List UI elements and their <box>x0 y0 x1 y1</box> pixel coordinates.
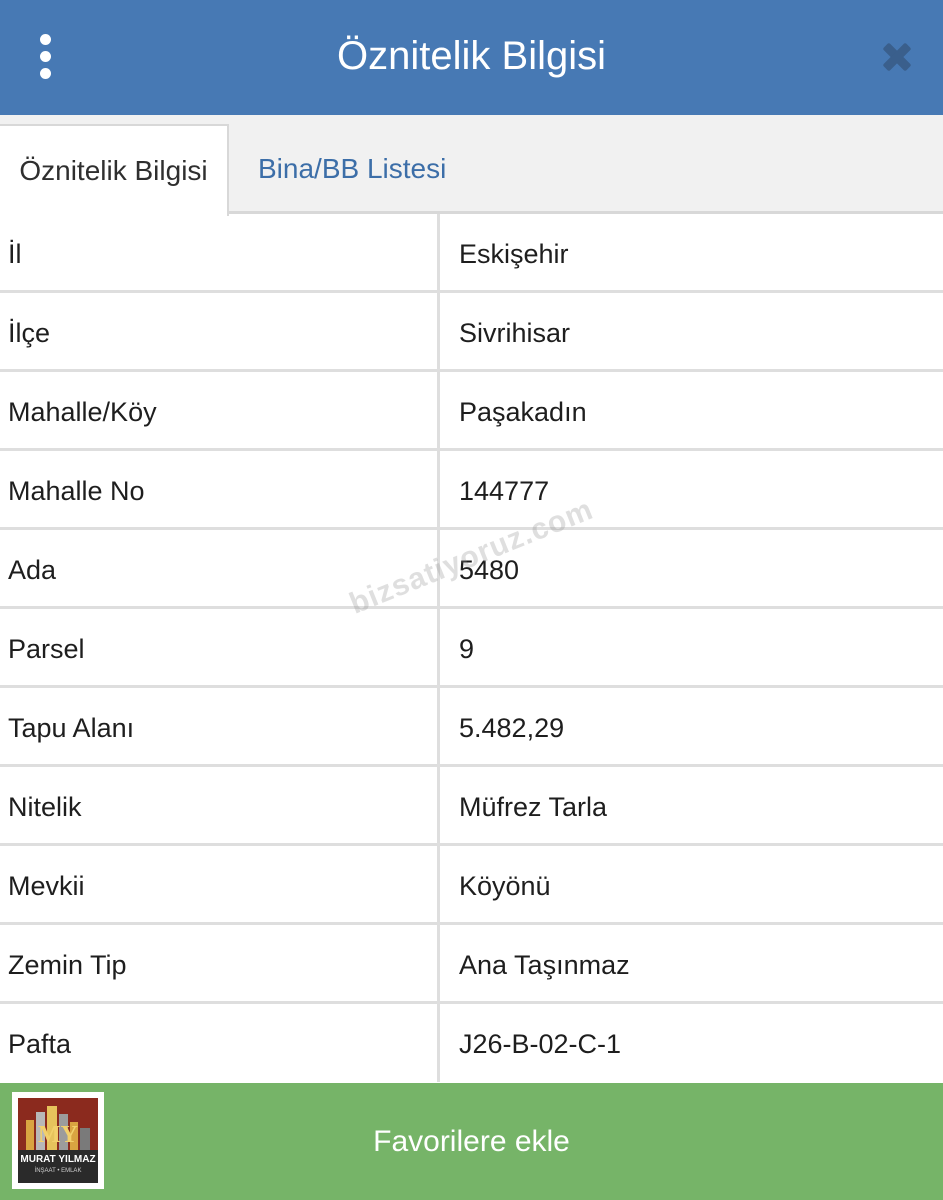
row-label: Tapu Alanı <box>8 713 135 743</box>
row-value: 5.482,29 <box>459 713 565 743</box>
column-divider <box>437 372 440 451</box>
attribute-info-screen: Öznitelik Bilgisi Öznitelik Bilgisi Bina… <box>0 0 943 1200</box>
row-value: Paşakadın <box>459 397 587 427</box>
add-to-favorites-button[interactable]: MY MURAT YILMAZ İNŞAAT • EMLAK Favoriler… <box>0 1083 943 1200</box>
attribute-table: İl Eskişehir İlçe Sivrihisar Mahalle/Köy… <box>0 214 943 1082</box>
close-icon[interactable] <box>874 34 920 80</box>
column-divider <box>437 925 440 1004</box>
row-label: Ada <box>8 555 57 585</box>
table-row: Parsel 9 <box>0 609 943 688</box>
tab-attribute-info[interactable]: Öznitelik Bilgisi <box>0 124 229 216</box>
tab-building-list[interactable]: Bina/BB Listesi <box>258 124 446 214</box>
table-row: Mahalle No 144777 <box>0 451 943 530</box>
column-divider <box>437 1004 440 1082</box>
table-row: Mahalle/Köy Paşakadın <box>0 372 943 451</box>
table-row: Mevkii Köyönü <box>0 846 943 925</box>
add-to-favorites-label: Favorilere ekle <box>373 1125 570 1158</box>
column-divider <box>437 609 440 688</box>
table-row: Tapu Alanı 5.482,29 <box>0 688 943 767</box>
row-label: Mahalle/Köy <box>8 397 157 427</box>
row-label: Nitelik <box>8 792 82 822</box>
row-value: Köyönü <box>459 871 551 901</box>
row-label: İlçe <box>8 318 51 348</box>
row-label: İl <box>8 239 22 269</box>
table-row: Nitelik Müfrez Tarla <box>0 767 943 846</box>
column-divider <box>437 451 440 530</box>
row-value: Ana Taşınmaz <box>459 950 630 980</box>
row-label: Zemin Tip <box>8 950 127 980</box>
column-divider <box>437 530 440 609</box>
page-title: Öznitelik Bilgisi <box>337 34 606 78</box>
table-row: Zemin Tip Ana Taşınmaz <box>0 925 943 1004</box>
header-bar: Öznitelik Bilgisi <box>0 0 943 115</box>
table-row: Ada 5480 <box>0 530 943 609</box>
column-divider <box>437 293 440 372</box>
row-value: 9 <box>459 634 475 664</box>
row-label: Mevkii <box>8 871 85 901</box>
row-value: 5480 <box>459 555 520 585</box>
column-divider <box>437 214 440 293</box>
table-row: İl Eskişehir <box>0 214 943 293</box>
row-value: Eskişehir <box>459 239 569 269</box>
row-label: Pafta <box>8 1029 72 1059</box>
row-value: J26-B-02-C-1 <box>459 1029 622 1059</box>
column-divider <box>437 846 440 925</box>
row-label: Parsel <box>8 634 85 664</box>
column-divider <box>437 767 440 846</box>
row-value: Sivrihisar <box>459 318 571 348</box>
row-value: 144777 <box>459 476 550 506</box>
column-divider <box>437 688 440 767</box>
table-row: İlçe Sivrihisar <box>0 293 943 372</box>
row-value: Müfrez Tarla <box>459 792 608 822</box>
table-row: Pafta J26-B-02-C-1 <box>0 1004 943 1082</box>
row-label: Mahalle No <box>8 476 145 506</box>
